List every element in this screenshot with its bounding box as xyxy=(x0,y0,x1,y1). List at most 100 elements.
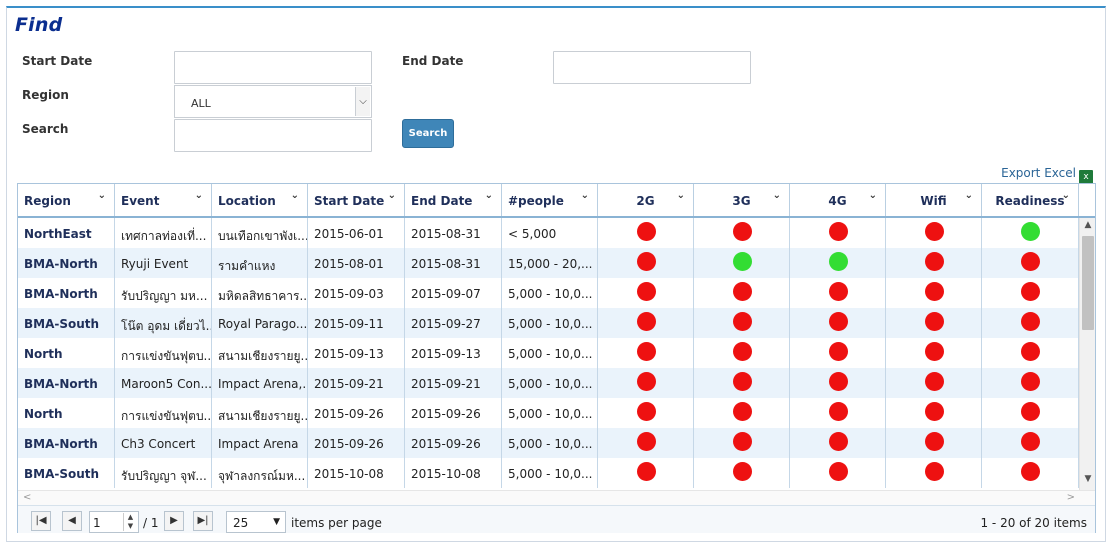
region-select-value: ALL xyxy=(191,97,211,110)
column-header-2g[interactable]: 2G ⌄ xyxy=(598,184,694,216)
chevron-down-icon[interactable]: ⌄ xyxy=(581,190,589,201)
cell-text: Maroon5 Con... xyxy=(121,377,212,391)
scroll-right-icon[interactable]: > xyxy=(1067,492,1075,503)
chevron-down-icon[interactable]: ⌄ xyxy=(291,190,299,201)
table-row[interactable]: BMA-North Ryuji Event รามคำแหง 2015-08-01 20… xyxy=(18,248,1079,278)
chevron-down-icon[interactable]: ⌄ xyxy=(773,190,781,201)
cell-location: บนเทือกเขาพังเ... xyxy=(212,218,308,248)
status-dot-red xyxy=(924,312,944,331)
column-header-end-date[interactable]: End Date ⌄ xyxy=(405,184,502,216)
status-dot-green xyxy=(732,252,752,271)
cell-end-date: 2015-09-26 xyxy=(405,428,502,458)
cell-text: < 5,000 xyxy=(508,227,557,241)
column-header-event[interactable]: Event ⌄ xyxy=(115,184,212,216)
first-page-icon[interactable]: |◀ xyxy=(31,511,51,531)
cell-region: BMA-North xyxy=(18,428,115,458)
table-row[interactable]: BMA-North Maroon5 Con... Impact Arena,... 2… xyxy=(18,368,1079,398)
table-row[interactable]: North การแข่งขันฟุตบ... สนามเชียงรายยู... 2… xyxy=(18,398,1079,428)
page-spinner-icon[interactable]: ▲ ▼ xyxy=(123,513,137,531)
cell-start-date: 2015-09-26 xyxy=(308,398,405,428)
vertical-scrollbar[interactable]: ▲ ▼ xyxy=(1079,218,1095,490)
start-date-input[interactable] xyxy=(174,51,372,84)
cell-text: มหิดลสิทธาคาร... xyxy=(218,289,308,303)
cell-location: สนามเชียงรายยู... xyxy=(212,338,308,368)
cell-text: จุฬาลงกรณ์มห... xyxy=(218,469,306,483)
chevron-down-icon[interactable]: ⌄ xyxy=(869,190,877,201)
chevron-down-icon[interactable]: ⌄ xyxy=(677,190,685,201)
search-button[interactable]: Search xyxy=(402,119,454,148)
cell-start-date: 2015-09-21 xyxy=(308,368,405,398)
page-input[interactable]: 1 ▲ ▼ xyxy=(89,511,139,533)
column-header-people[interactable]: #people ⌄ xyxy=(502,184,598,216)
column-header-region[interactable]: Region ⌄ xyxy=(18,184,115,216)
table-row[interactable]: NorthEast เทศกาลท่องเที่... บนเทือกเขาพังเ… xyxy=(18,218,1079,248)
status-dot-red xyxy=(924,342,944,361)
status-dot-red xyxy=(924,462,944,481)
status-dot-red xyxy=(924,282,944,301)
scroll-left-icon[interactable]: < xyxy=(23,492,31,503)
cell-4g xyxy=(790,338,886,368)
end-date-input[interactable] xyxy=(553,51,751,84)
table-row[interactable]: BMA-South รับปริญญา จุฬ... จุฬาลงกรณ์มห...… xyxy=(18,458,1079,488)
table-row[interactable]: BMA-North Ch3 Concert Impact Arena 2015-09-… xyxy=(18,428,1079,458)
chevron-down-icon[interactable]: ⌄ xyxy=(965,190,973,201)
cell-text: 5,000 - 10,0... xyxy=(508,287,593,301)
pager: |◀ ◀ 1 ▲ ▼ / 1 ▶ ▶| 25 ▼ items per page 1… xyxy=(18,505,1095,533)
column-header-4g[interactable]: 4G ⌄ xyxy=(790,184,886,216)
table-row[interactable]: BMA-South โน๊ต อุดม เดี่ยวไ... Royal Parag… xyxy=(18,308,1079,338)
horizontal-scrollbar[interactable]: < > xyxy=(18,490,1095,505)
cell-region: BMA-North xyxy=(18,368,115,398)
column-header-start-date[interactable]: Start Date ⌄ xyxy=(308,184,405,216)
cell-wifi xyxy=(886,218,982,248)
page-size-value: 25 xyxy=(233,516,249,530)
cell-text: สนามเชียงรายยู... xyxy=(218,409,308,423)
scroll-thumb[interactable] xyxy=(1082,236,1094,330)
find-panel: Find Start Date End Date Region ALL ⌵ Se… xyxy=(6,6,1106,542)
scroll-down-icon[interactable]: ▼ xyxy=(1080,474,1096,488)
cell-location: จุฬาลงกรณ์มห... xyxy=(212,458,308,488)
chevron-down-icon[interactable]: ⌵ xyxy=(355,87,370,116)
column-header-wifi[interactable]: Wifi ⌄ xyxy=(886,184,982,216)
table-row[interactable]: BMA-North รับปริญญา มห... มหิดลสิทธาคาร...… xyxy=(18,278,1079,308)
chevron-down-icon[interactable]: ⌄ xyxy=(485,190,493,201)
last-page-icon[interactable]: ▶| xyxy=(193,511,213,531)
cell-text: 5,000 - 10,0... xyxy=(508,467,593,481)
export-excel-link[interactable]: Export Excel x xyxy=(1001,166,1093,184)
search-label: Search xyxy=(22,122,69,136)
cell-3g xyxy=(694,338,790,368)
search-input[interactable] xyxy=(174,119,372,152)
chevron-down-icon[interactable]: ⌄ xyxy=(98,190,106,201)
cell-wifi xyxy=(886,308,982,338)
cell-text: Royal Parago... xyxy=(218,317,308,331)
cell-people: 5,000 - 10,0... xyxy=(502,398,598,428)
cell-3g xyxy=(694,278,790,308)
cell-text: บนเทือกเขาพังเ... xyxy=(218,229,308,243)
prev-page-icon[interactable]: ◀ xyxy=(62,511,82,531)
cell-2g xyxy=(598,458,694,488)
cell-text: 2015-09-07 xyxy=(411,287,481,301)
cell-end-date: 2015-09-13 xyxy=(405,338,502,368)
column-header-3g[interactable]: 3G ⌄ xyxy=(694,184,790,216)
cell-2g xyxy=(598,308,694,338)
status-dot-green xyxy=(828,252,848,271)
cell-text: Impact Arena,... xyxy=(218,377,308,391)
cell-people: 15,000 - 20,... xyxy=(502,248,598,278)
chevron-down-icon[interactable]: ⌄ xyxy=(388,190,396,201)
cell-readiness xyxy=(982,218,1079,248)
chevron-down-icon[interactable]: ⌄ xyxy=(195,190,203,201)
scroll-up-icon[interactable]: ▲ xyxy=(1080,220,1096,234)
page-size-select[interactable]: 25 ▼ xyxy=(226,511,286,533)
cell-4g xyxy=(790,218,886,248)
table-row[interactable]: North การแข่งขันฟุตบ... สนามเชียงรายยู... 2… xyxy=(18,338,1079,368)
cell-start-date: 2015-09-13 xyxy=(308,338,405,368)
column-header-location[interactable]: Location ⌄ xyxy=(212,184,308,216)
cell-4g xyxy=(790,308,886,338)
next-page-icon[interactable]: ▶ xyxy=(164,511,184,531)
region-select[interactable]: ALL ⌵ xyxy=(174,85,372,118)
header-scroll-spacer xyxy=(1079,184,1095,216)
cell-readiness xyxy=(982,308,1079,338)
chevron-down-icon[interactable]: ⌄ xyxy=(1062,190,1070,201)
status-dot-red xyxy=(1021,252,1040,271)
column-header-readiness[interactable]: Readiness ⌄ xyxy=(982,184,1079,216)
cell-text: รามคำแหง xyxy=(218,259,276,273)
